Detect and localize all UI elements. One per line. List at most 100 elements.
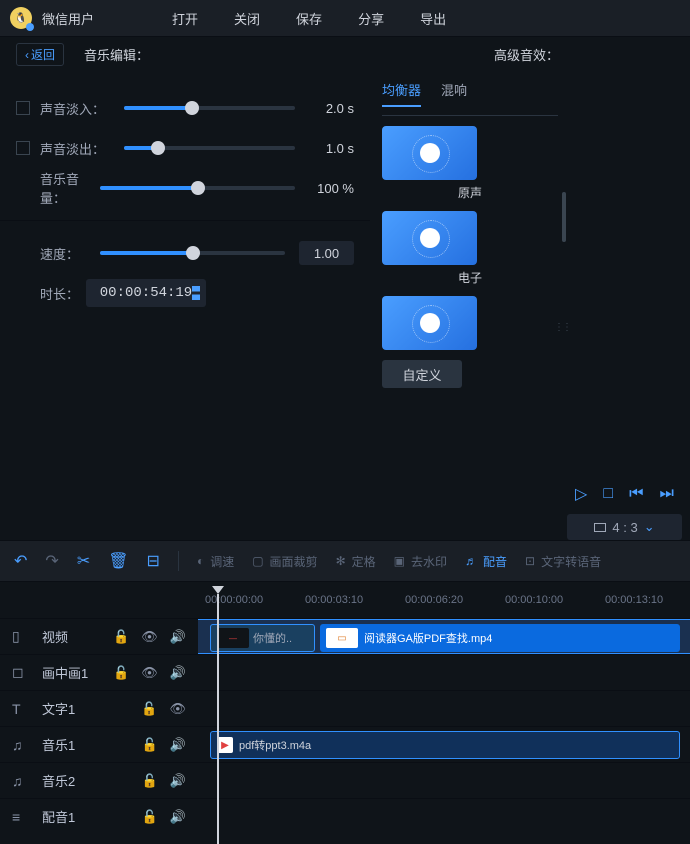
fade-out-slider[interactable] [124,146,295,150]
undo-icon[interactable]: ↶ [14,551,27,571]
fade-out-row: 声音淡出： 1.0 s [16,128,354,168]
time-mark: 00:00:10:00 [505,594,563,606]
preset-electronic[interactable]: 电子 [382,211,558,286]
volume-row: 音乐音量： 100 % [16,168,354,208]
speaker-icon[interactable]: 🔊 [170,809,186,825]
clip-video-1[interactable]: — 你懂的.. [210,624,315,652]
edit-toolbar: ↶ ↷ ✂ 🗑 ⊟ ◐调速 ▢画面裁剪 ✻定格 ▣去水印 ♬配音 ⊡文字转语音 [0,540,690,582]
fade-out-label: 声音淡出： [40,139,110,158]
lock-icon[interactable]: 🔓 [113,665,129,681]
eye-icon[interactable]: 👁 [141,629,158,645]
freeze-icon: ✻ [336,554,346,568]
speaker-icon[interactable]: 🔊 [170,665,186,681]
text-track-icon: T [12,701,30,717]
dub-icon: ♬ [465,554,477,568]
track-body-video[interactable]: — 你懂的.. ▭ 阅读器GA版PDF查找.mp4 [198,619,690,654]
eye-icon[interactable]: 👁 [169,701,186,717]
lock-icon[interactable]: 🔓 [141,701,157,717]
volume-slider[interactable] [100,186,295,190]
speaker-icon[interactable]: 🔊 [170,629,186,645]
preset-item-3[interactable] [382,296,558,350]
music-track-icon: ♫ [12,773,30,789]
fade-in-value: 2.0 s [309,101,354,116]
menu-save[interactable]: 保存 [296,9,322,28]
lock-icon[interactable]: 🔓 [142,809,158,825]
duration-input[interactable]: 00:00:54:19 [86,279,206,307]
lock-icon[interactable]: 🔓 [113,629,129,645]
user-avatar[interactable]: 🐧 [10,7,32,29]
track-body-music-2[interactable] [198,763,690,798]
playback-controls: ▷ □ ⏮ ⏭ 4 : 3 ⌄ [567,480,682,540]
tool-crop[interactable]: ▢画面裁剪 [252,553,317,570]
speed-value[interactable]: 1.00 [299,241,354,265]
tool-watermark[interactable]: ▣去水印 [394,553,447,570]
menu-export[interactable]: 导出 [420,9,446,28]
tab-reverb[interactable]: 混响 [441,80,467,107]
fade-in-checkbox[interactable] [16,101,30,115]
stop-icon[interactable]: □ [603,485,613,503]
eye-icon[interactable]: 👁 [141,665,158,681]
clip-video-2[interactable]: ▭ 阅读器GA版PDF查找.mp4 [320,624,680,652]
time-mark: 00:00:06:20 [405,594,463,606]
effects-title: 高级音效： [494,45,559,64]
redo-icon[interactable]: ↷ [45,551,58,571]
track-body-pip[interactable] [198,655,690,690]
effects-panel: 均衡器 混响 原声 电子 自定义 ⋮⋮ [370,72,570,540]
volume-value: 100 % [309,181,354,196]
video-track-icon: ▯ [12,628,30,645]
speaker-icon[interactable]: 🔊 [170,773,186,789]
time-mark: 00:00:03:10 [305,594,363,606]
aspect-value: 4 : 3 [612,520,637,535]
duration-row: 时长： 00:00:54:19 [16,273,354,313]
track-body-text[interactable] [198,691,690,726]
crop-icon: ▢ [252,554,263,568]
speaker-icon[interactable]: 🔊 [170,737,186,753]
tab-equalizer[interactable]: 均衡器 [382,80,421,107]
track-body-music-1[interactable]: ▶ pdf转ppt3.m4a [198,727,690,762]
chevron-down-icon: ⌄ [644,519,655,535]
menu-open[interactable]: 打开 [172,9,198,28]
split-icon[interactable]: ⊟ [147,551,160,571]
menu-share[interactable]: 分享 [358,9,384,28]
track-dub: ≡ 配音1 🔓 🔊 [0,798,690,834]
delete-icon[interactable]: 🗑 [108,551,128,571]
menu-close[interactable]: 关闭 [234,9,260,28]
time-ruler[interactable]: 00:00:00:00 00:00:03:10 00:00:06:20 00:0… [0,582,690,618]
resize-grip-icon[interactable]: ⋮⋮ [554,322,570,333]
aspect-ratio-selector[interactable]: 4 : 3 ⌄ [567,514,682,540]
track-text: T 文字1 🔓 👁 [0,690,690,726]
back-button[interactable]: 返回 [16,43,64,66]
tool-dub[interactable]: ♬配音 [465,553,507,570]
tool-freeze[interactable]: ✻定格 [336,553,376,570]
music-edit-title: 音乐编辑： [84,45,149,64]
play-icon[interactable]: ▷ [575,484,587,504]
custom-button[interactable]: 自定义 [382,360,462,388]
time-mark: 00:00:00:00 [205,594,263,606]
cut-icon[interactable]: ✂ [77,551,90,571]
time-mark: 00:00:13:10 [605,594,663,606]
speed-slider[interactable] [100,251,285,255]
app-header: 🐧 微信用户 打开 关闭 保存 分享 导出 [0,0,690,36]
tool-tts[interactable]: ⊡文字转语音 [525,553,601,570]
tool-speed[interactable]: ◐调速 [197,553,234,570]
dub-track-icon: ≡ [12,809,30,825]
prev-icon[interactable]: ⏮ [629,485,643,503]
track-body-dub[interactable] [198,799,690,834]
watermark-icon: ▣ [394,554,405,568]
music-track-icon: ♫ [12,737,30,753]
playhead[interactable] [212,586,224,594]
fade-in-slider[interactable] [124,106,295,110]
track-pip: ◻ 画中画1 🔓 👁 🔊 [0,654,690,690]
next-icon[interactable]: ⏭ [660,485,674,503]
volume-label: 音乐音量： [16,169,86,207]
fade-out-checkbox[interactable] [16,141,30,155]
track-video: ▯ 视频 🔓 👁 🔊 — 你懂的.. ▭ 阅读器GA版PDF查找.mp4 [0,618,690,654]
speed-icon: ◐ [197,554,204,568]
preset-original[interactable]: 原声 [382,126,558,201]
lock-icon[interactable]: 🔓 [142,737,158,753]
clip-audio-1[interactable]: ▶ pdf转ppt3.m4a [210,731,680,759]
lock-icon[interactable]: 🔓 [142,773,158,789]
effects-tabs: 均衡器 混响 [382,72,558,116]
scrollbar[interactable] [562,192,566,242]
speed-row: 速度： 1.00 [16,233,354,273]
